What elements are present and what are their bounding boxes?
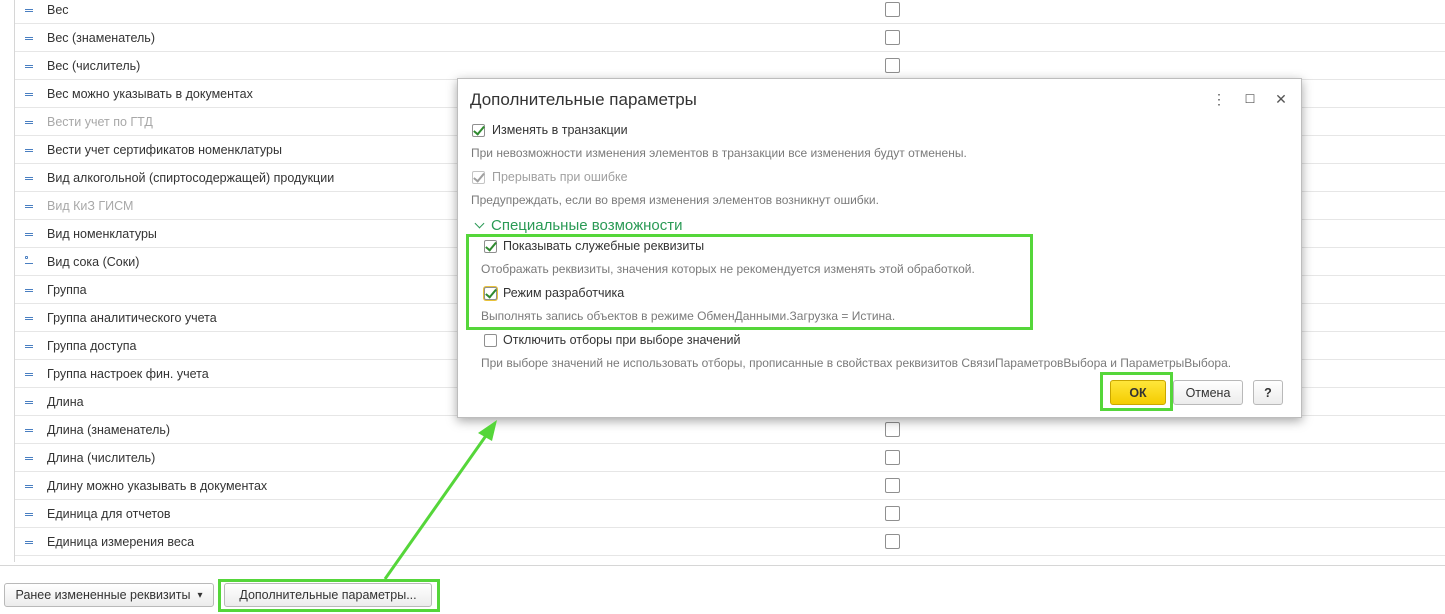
- table-row[interactable]: Единица для отчетов: [15, 500, 1445, 528]
- row-label: Длина (числитель): [47, 451, 156, 465]
- help-button[interactable]: ?: [1253, 380, 1283, 405]
- special-features-section[interactable]: Специальные возможности: [474, 217, 683, 234]
- changed-attributes-button[interactable]: Ранее измененные реквизиты ▾: [4, 583, 214, 607]
- section-title: Специальные возможности: [491, 217, 683, 234]
- transaction-checkbox[interactable]: [472, 124, 485, 137]
- row-checkbox[interactable]: [885, 422, 900, 437]
- row-label: Вести учет сертификатов номенклатуры: [47, 143, 282, 157]
- table-row[interactable]: Вес: [15, 0, 1445, 24]
- row-label: Вес (знаменатель): [47, 31, 155, 45]
- attribute-icon: [25, 457, 33, 460]
- bottom-toolbar: Ранее измененные реквизиты ▾ Дополнитель…: [0, 565, 1445, 614]
- row-label: Вес: [47, 3, 69, 17]
- row-label: Длину можно указывать в документах: [47, 479, 268, 493]
- transaction-label: Изменять в транзакции: [492, 123, 628, 137]
- table-row[interactable]: Длина (знаменатель): [15, 416, 1445, 444]
- row-label: Вес можно указывать в документах: [47, 87, 253, 101]
- attribute-icon: [25, 233, 33, 236]
- attribute-icon: [25, 205, 33, 208]
- maximize-icon[interactable]: ☐: [1242, 91, 1258, 107]
- disable-filters-checkbox[interactable]: [484, 334, 497, 347]
- row-label: Вид КиЗ ГИСМ: [47, 199, 134, 213]
- attribute-icon: [25, 429, 33, 432]
- row-checkbox[interactable]: [885, 2, 900, 17]
- changed-attributes-label: Ранее измененные реквизиты: [15, 588, 191, 602]
- table-row[interactable]: Единица измерения веса: [15, 528, 1445, 556]
- cancel-label: Отмена: [1185, 385, 1231, 400]
- row-checkbox[interactable]: [885, 30, 900, 45]
- abort-on-error-label: Прерывать при ошибке: [492, 170, 628, 184]
- ok-button[interactable]: ОК: [1110, 380, 1166, 405]
- table-row[interactable]: Вес (знаменатель): [15, 24, 1445, 52]
- row-label: Группа доступа: [47, 339, 137, 353]
- row-label: Группа аналитического учета: [47, 311, 217, 325]
- row-checkbox[interactable]: [885, 58, 900, 73]
- row-label: Вид сока (Соки): [47, 255, 140, 269]
- abort-on-error-hint: Предупреждать, если во время изменения э…: [471, 193, 879, 207]
- dropdown-icon: ▾: [197, 589, 203, 601]
- attribute-icon: [25, 121, 33, 124]
- help-label: ?: [1264, 385, 1272, 400]
- attribute-icon: [25, 93, 33, 96]
- disable-filters-hint: При выборе значений не использовать отбо…: [481, 356, 1232, 370]
- row-label: Единица для отчетов: [47, 507, 171, 521]
- attribute-icon: [25, 177, 33, 180]
- ok-label: ОК: [1129, 385, 1147, 400]
- attribute-icon: [25, 373, 33, 376]
- row-label: Длина: [47, 395, 84, 409]
- table-row[interactable]: Вес (числитель): [15, 52, 1445, 80]
- service-attributes-label: Показывать служебные реквизиты: [503, 239, 705, 253]
- chevron-down-icon: [474, 218, 485, 229]
- disable-filters-label: Отключить отборы при выборе значений: [503, 333, 741, 347]
- row-label: Вес (числитель): [47, 59, 141, 73]
- close-icon[interactable]: ✕: [1273, 91, 1289, 107]
- service-attributes-checkbox[interactable]: [484, 240, 497, 253]
- row-checkbox[interactable]: [885, 478, 900, 493]
- abort-on-error-checkbox[interactable]: [472, 171, 485, 184]
- table-row[interactable]: Длину можно указывать в документах: [15, 472, 1445, 500]
- additional-params-dialog: Дополнительные параметры ⋮ ☐ ✕ Изменять …: [457, 78, 1302, 418]
- additional-params-label: Дополнительные параметры...: [239, 588, 417, 602]
- attribute-icon: [25, 485, 33, 488]
- row-label: Группа настроек фин. учета: [47, 367, 209, 381]
- more-icon[interactable]: ⋮: [1211, 91, 1227, 107]
- cancel-button[interactable]: Отмена: [1173, 380, 1243, 405]
- attribute-icon: [25, 317, 33, 320]
- row-checkbox[interactable]: [885, 506, 900, 521]
- transaction-hint: При невозможности изменения элементов в …: [471, 146, 967, 160]
- row-label: Вести учет по ГТД: [47, 115, 153, 129]
- extra-attribute-icon: [25, 256, 33, 264]
- row-checkbox[interactable]: [885, 450, 900, 465]
- developer-mode-hint: Выполнять запись объектов в режиме Обмен…: [481, 309, 896, 323]
- attribute-icon: [25, 289, 33, 292]
- service-attributes-hint: Отображать реквизиты, значения которых н…: [481, 262, 975, 276]
- additional-params-button[interactable]: Дополнительные параметры...: [224, 583, 432, 607]
- attribute-icon: [25, 149, 33, 152]
- attribute-icon: [25, 37, 33, 40]
- attribute-icon: [25, 541, 33, 544]
- row-label: Группа: [47, 283, 87, 297]
- attribute-icon: [25, 345, 33, 348]
- row-label: Единица измерения веса: [47, 535, 195, 549]
- developer-mode-checkbox[interactable]: [484, 287, 497, 300]
- attribute-icon: [25, 513, 33, 516]
- table-row[interactable]: Длина (числитель): [15, 444, 1445, 472]
- row-label: Вид номенклатуры: [47, 227, 157, 241]
- row-label: Длина (знаменатель): [47, 423, 171, 437]
- attribute-icon: [25, 65, 33, 68]
- attribute-icon: [25, 9, 33, 12]
- row-checkbox[interactable]: [885, 534, 900, 549]
- row-label: Вид алкогольной (спиртосодержащей) проду…: [47, 171, 335, 185]
- attribute-icon: [25, 401, 33, 404]
- dialog-title: Дополнительные параметры: [470, 90, 697, 109]
- developer-mode-label: Режим разработчика: [503, 286, 625, 300]
